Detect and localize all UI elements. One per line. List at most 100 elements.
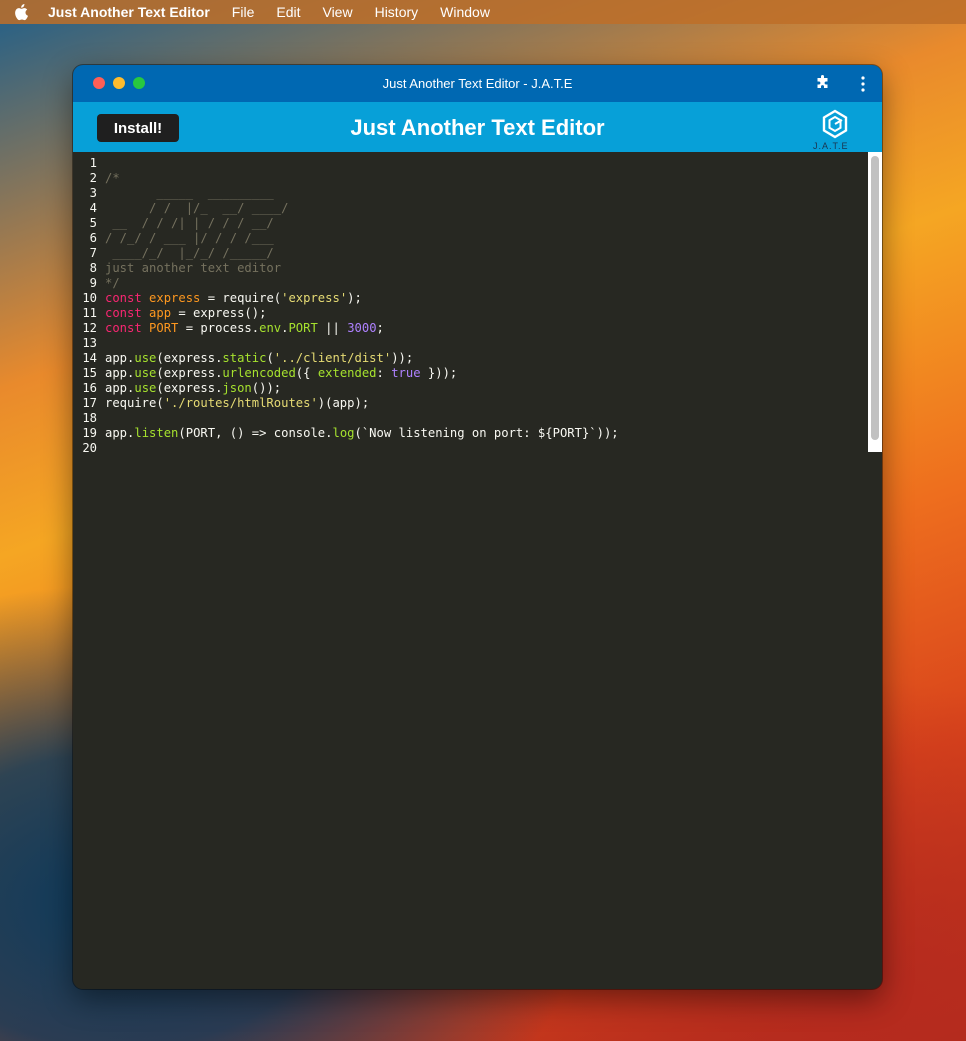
puzzle-extension-icon[interactable]	[815, 75, 831, 91]
code-line[interactable]: 13	[73, 336, 868, 351]
code-area[interactable]: 1 2/* 3 _____ _________ 4 / / |/_ __/ ____/…	[73, 156, 868, 452]
code-token: use	[134, 351, 157, 365]
code-token: = express();	[171, 306, 267, 320]
menu-history[interactable]: History	[375, 4, 419, 20]
code-token: */	[105, 276, 120, 290]
app-window: Just Another Text Editor - J.A.T.E Insta…	[73, 65, 882, 989]
app-header: Install! Just Another Text Editor J.A.T.…	[73, 102, 882, 152]
code-token: (express.	[156, 366, 223, 380]
line-text: _____ _________	[105, 186, 274, 201]
menu-bar: Just Another Text Editor File Edit View …	[0, 0, 966, 24]
line-number: 17	[82, 396, 97, 410]
code-token: ({	[295, 366, 318, 380]
line-text: const PORT = process.env.PORT || 3000;	[105, 321, 384, 336]
menu-edit[interactable]: Edit	[276, 4, 300, 20]
code-token: (express.	[156, 351, 223, 365]
code-line[interactable]: 12 const PORT = process.env.PORT || 3000;	[73, 321, 868, 336]
code-line[interactable]: 15 app.use(express.urlencoded({ extended:…	[73, 366, 868, 381]
code-token: app.	[105, 351, 135, 365]
line-number: 12	[82, 321, 97, 335]
title-bar[interactable]: Just Another Text Editor - J.A.T.E	[73, 65, 882, 102]
code-token: extended	[317, 366, 377, 380]
menu-file[interactable]: File	[232, 4, 255, 20]
line-text: just another text editor	[105, 261, 281, 276]
code-token: app.	[105, 426, 135, 440]
code-token: (	[266, 351, 274, 365]
line-number: 2	[89, 171, 97, 185]
code-line[interactable]: 1	[73, 156, 868, 171]
code-token: urlencoded	[222, 366, 296, 380]
line-text: __ / / /| | / / / __/	[105, 216, 274, 231]
code-token: ____/_/ |_/_/ /_____/	[105, 246, 274, 260]
code-token: ());	[251, 381, 282, 395]
code-line[interactable]: 7 ____/_/ |_/_/ /_____/	[73, 246, 868, 261]
code-token: app.	[105, 381, 135, 395]
code-token: (express.	[156, 381, 223, 395]
line-number: 7	[89, 246, 97, 260]
code-line[interactable]: 2 /*	[73, 171, 868, 186]
line-number: 8	[89, 261, 97, 275]
editor-scrollbar[interactable]	[868, 152, 882, 452]
code-token: true	[391, 366, 421, 380]
code-token: json	[222, 381, 252, 395]
code-token: (`Now listening on port: ${PORT}`));	[354, 426, 619, 440]
line-text: require('./routes/htmlRoutes')(app);	[105, 396, 369, 411]
code-token: just another text editor	[105, 261, 282, 275]
window-title: Just Another Text Editor - J.A.T.E	[382, 76, 573, 91]
line-number: 9	[89, 276, 97, 290]
code-editor[interactable]: 1 2/* 3 _____ _________ 4 / / |/_ __/ ____/…	[73, 152, 868, 989]
code-line[interactable]: 17 require('./routes/htmlRoutes')(app);	[73, 396, 868, 411]
line-number: 10	[82, 291, 97, 305]
code-line[interactable]: 6 / /_/ / ___ |/ / / /___	[73, 231, 868, 246]
code-line[interactable]: 9 */	[73, 276, 868, 291]
line-text: */	[105, 276, 120, 291]
code-token: static	[222, 351, 267, 365]
code-line[interactable]: 19 app.listen(PORT, () => console.log(`No…	[73, 426, 868, 441]
code-token: PORT	[149, 321, 179, 335]
menu-view[interactable]: View	[322, 4, 352, 20]
line-text: ____/_/ |_/_/ /_____/	[105, 246, 274, 261]
code-token: __ / / /| | / / / __/	[105, 216, 274, 230]
code-line[interactable]: 14 app.use(express.static('../client/dist…	[73, 351, 868, 366]
line-number: 6	[89, 231, 97, 245]
code-line[interactable]: 11 const app = express();	[73, 306, 868, 321]
code-token: use	[134, 366, 157, 380]
line-text: / / |/_ __/ ____/	[105, 201, 288, 216]
code-token: ;	[376, 321, 384, 335]
menu-window[interactable]: Window	[440, 4, 490, 20]
code-line[interactable]: 5 __ / / /| | / / / __/	[73, 216, 868, 231]
code-line[interactable]: 10 const express = require('express');	[73, 291, 868, 306]
jate-logo-icon	[820, 109, 850, 139]
code-token: './routes/htmlRoutes'	[163, 396, 318, 410]
line-text: const app = express();	[105, 306, 266, 321]
app-title: Just Another Text Editor	[350, 115, 605, 140]
scrollbar-thumb[interactable]	[871, 156, 879, 440]
line-number: 18	[82, 411, 97, 425]
menu-app-name[interactable]: Just Another Text Editor	[48, 4, 210, 20]
line-number: 13	[82, 336, 97, 350]
code-line[interactable]: 16 app.use(express.json());	[73, 381, 868, 396]
code-line[interactable]: 3 _____ _________	[73, 186, 868, 201]
code-token: _____ _________	[105, 186, 274, 200]
code-line[interactable]: 20	[73, 441, 868, 452]
code-token: )(app);	[317, 396, 370, 410]
line-number: 19	[82, 426, 97, 440]
apple-icon[interactable]	[14, 2, 34, 22]
line-text: / /_/ / ___ |/ / / /___	[105, 231, 274, 246]
line-number: 3	[89, 186, 97, 200]
code-token: require(	[105, 396, 164, 410]
code-line[interactable]: 8 just another text editor	[73, 261, 868, 276]
code-token: / / |/_ __/ ____/	[105, 201, 289, 215]
more-menu-icon[interactable]	[859, 75, 867, 93]
code-token: :	[376, 366, 392, 380]
code-token: PORT	[288, 321, 318, 335]
line-text: const express = require('express');	[105, 291, 362, 306]
logo-text: J.A.T.E	[813, 141, 849, 151]
code-line[interactable]: 4 / / |/_ __/ ____/	[73, 201, 868, 216]
code-line[interactable]: 18	[73, 411, 868, 426]
line-text: app.use(express.static('../client/dist')…	[105, 351, 413, 366]
code-token: use	[134, 381, 157, 395]
code-token: = process.	[178, 321, 260, 335]
code-token: / /_/ / ___ |/ / / /___	[105, 231, 274, 245]
code-token: '../client/dist'	[273, 351, 392, 365]
